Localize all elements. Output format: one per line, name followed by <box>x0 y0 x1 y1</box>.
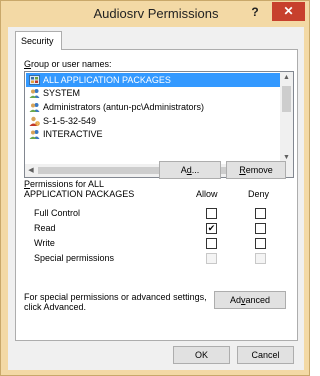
scroll-up-icon[interactable]: ▲ <box>280 72 293 84</box>
user-name: ALL APPLICATION PACKAGES <box>43 74 171 85</box>
user-group-icon <box>29 102 43 112</box>
permission-row: Read ✔ <box>24 222 294 236</box>
permission-row: Full Control <box>24 207 294 221</box>
deny-checkbox[interactable] <box>255 223 266 234</box>
allow-column-header: Allow <box>196 189 218 199</box>
permission-row: Special permissions <box>24 252 294 266</box>
permissions-dialog: Audiosrv Permissions ? ✕ Security Group … <box>0 0 310 376</box>
allow-checkbox[interactable]: ✔ <box>206 223 217 234</box>
user-list-item[interactable]: INTERACTIVE <box>26 127 281 141</box>
deny-column-header: Deny <box>248 189 270 199</box>
user-group-icon <box>29 88 43 99</box>
vertical-scrollbar[interactable]: ▲ ▼ <box>280 72 293 164</box>
user-list-item[interactable]: ALL APPLICATION PACKAGES <box>26 73 281 87</box>
cancel-button[interactable]: Cancel <box>237 346 294 364</box>
help-button[interactable]: ? <box>244 3 266 21</box>
advanced-note: For special permissions or advanced sett… <box>24 292 207 312</box>
deny-checkbox[interactable] <box>255 208 266 219</box>
ok-button[interactable]: OK <box>173 346 230 364</box>
add-button[interactable]: Ad... <box>159 161 221 179</box>
deny-checkbox[interactable] <box>255 238 266 249</box>
scroll-left-icon[interactable]: ◀ <box>25 164 37 177</box>
permission-name: Write <box>34 238 55 248</box>
close-button[interactable]: ✕ <box>272 2 305 21</box>
permissions-for-label-line2: APPLICATION PACKAGES <box>24 189 135 199</box>
permission-name: Special permissions <box>34 253 115 263</box>
user-name: Administrators (antun-pc\Administrators) <box>43 101 205 112</box>
allow-checkbox[interactable] <box>206 208 217 219</box>
user-name: INTERACTIVE <box>43 129 103 140</box>
title-bar[interactable]: Audiosrv Permissions ? ✕ <box>1 1 311 27</box>
permission-name: Read <box>34 223 56 233</box>
users-list: ALL APPLICATION PACKAGES SYSTEM Administra… <box>26 73 281 165</box>
user-list-item[interactable]: ? S-1-5-32-549 <box>26 114 281 128</box>
svg-text:?: ? <box>37 122 39 126</box>
permission-name: Full Control <box>34 208 81 218</box>
allow-checkbox <box>206 253 217 264</box>
permissions-for-label: Permissions for ALL <box>24 179 105 189</box>
dialog-client-area: Security Group or user names: ALL APPLIC… <box>8 27 304 370</box>
allow-checkbox[interactable] <box>206 238 217 249</box>
app-packages-icon <box>29 74 43 85</box>
advanced-button[interactable]: Advanced <box>214 291 286 309</box>
vertical-scroll-thumb[interactable] <box>282 86 291 112</box>
user-list-item[interactable]: Administrators (antun-pc\Administrators) <box>26 100 281 114</box>
permission-row: Write <box>24 237 294 251</box>
user-name: SYSTEM <box>43 88 81 99</box>
tab-security[interactable]: Security <box>15 31 62 50</box>
user-group-icon <box>29 129 43 140</box>
user-list-item[interactable]: SYSTEM <box>26 87 281 101</box>
deny-checkbox <box>255 253 266 264</box>
group-or-user-names-label: Group or user names: <box>24 59 112 69</box>
user-name: S-1-5-32-549 <box>43 115 97 126</box>
remove-button[interactable]: Remove <box>226 161 286 179</box>
unknown-user-icon: ? <box>29 116 43 126</box>
